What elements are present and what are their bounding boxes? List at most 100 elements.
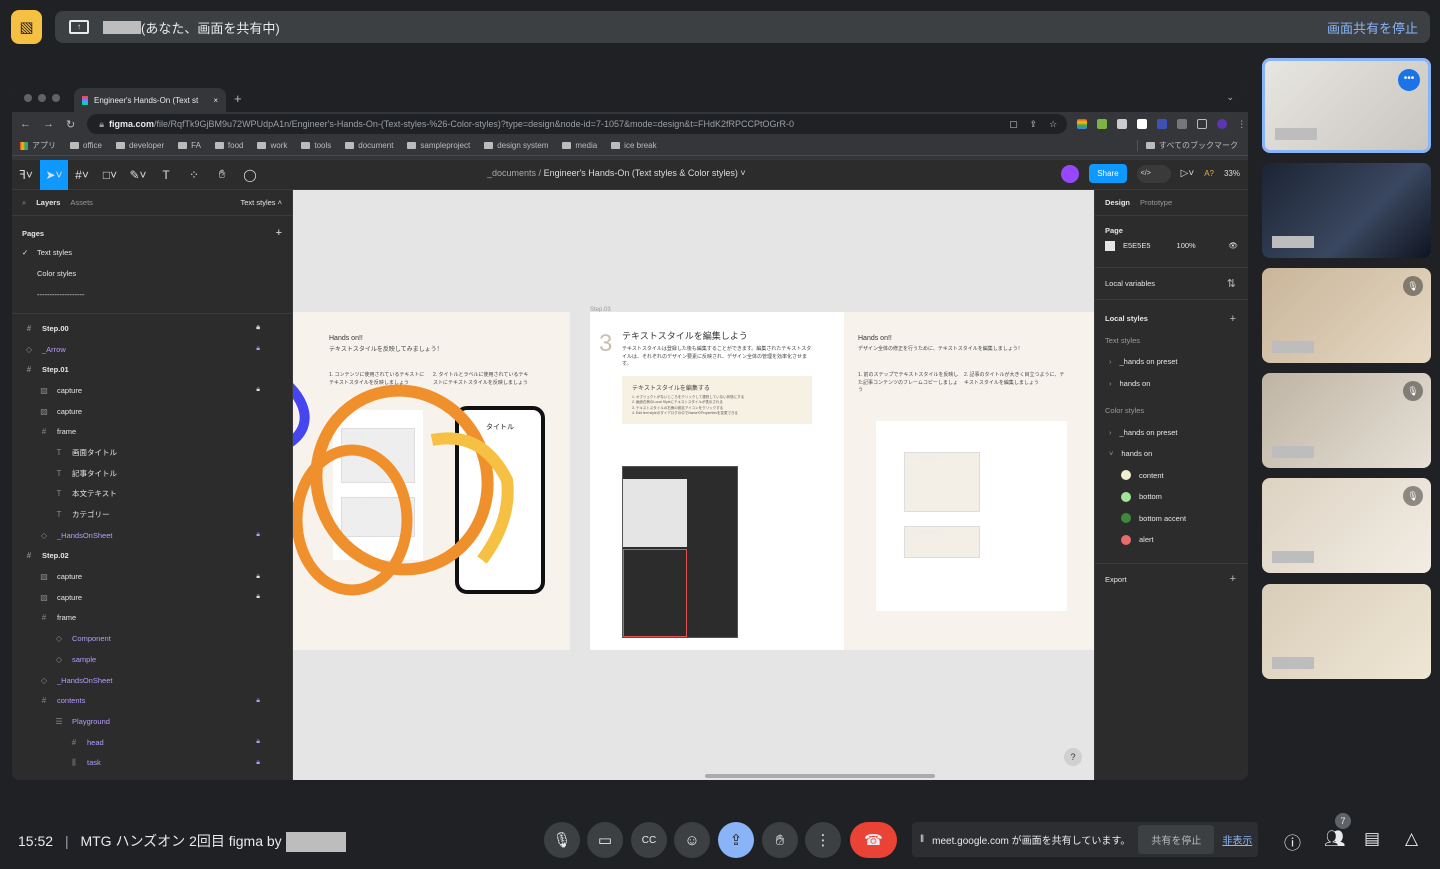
- resources-icon[interactable]: ⁘: [180, 160, 208, 190]
- color-style-item[interactable]: bottom accent: [1105, 508, 1238, 530]
- bookmark-10[interactable]: media: [562, 141, 597, 150]
- window-controls[interactable]: [24, 94, 60, 102]
- back-icon[interactable]: ←: [20, 118, 31, 131]
- camera-button[interactable]: ▭: [587, 822, 623, 858]
- frame-tool-icon[interactable]: #˅: [68, 160, 96, 190]
- layer-item[interactable]: # Step.00 🔒︎: [22, 318, 282, 339]
- shape-tool-icon[interactable]: □˅: [96, 160, 124, 190]
- canvas-scrollbar[interactable]: [705, 774, 935, 778]
- extension-icon[interactable]: [1097, 119, 1108, 129]
- extension-icon[interactable]: [1077, 119, 1088, 129]
- pen-tool-icon[interactable]: ✎˅: [124, 160, 152, 190]
- bookmark-3[interactable]: FA: [178, 141, 201, 150]
- tab-layers[interactable]: Layers: [36, 198, 60, 207]
- layer-item[interactable]: ◇ _HandsOnSheet: [22, 670, 282, 691]
- drag-handle-icon[interactable]: ‖: [920, 834, 924, 845]
- text-tool-icon[interactable]: T: [152, 160, 180, 190]
- zoom-level[interactable]: 33%: [1224, 169, 1240, 178]
- microphone-button[interactable]: 🎙︎: [544, 822, 580, 858]
- lock-icon[interactable]: 🔒︎: [256, 759, 260, 767]
- participant-tile[interactable]: 🎙︎: [1262, 373, 1431, 468]
- side-panel-icon[interactable]: [1197, 119, 1208, 129]
- lock-icon[interactable]: 🔒︎: [256, 531, 260, 539]
- lock-icon[interactable]: 🔒︎: [256, 593, 260, 601]
- frame-step-03[interactable]: 3 テキストスタイルを編集しよう テキストスタイルは登録した後も編集することがで…: [590, 312, 844, 650]
- variables-settings-icon[interactable]: ⇅: [1227, 277, 1236, 290]
- layer-item[interactable]: ◇ sample: [22, 649, 282, 670]
- activities-icon[interactable]: △: [1405, 829, 1418, 849]
- add-page-icon[interactable]: +: [276, 227, 282, 239]
- lock-icon[interactable]: 🔒︎: [256, 738, 260, 746]
- expand-caret-icon[interactable]: ›: [1109, 357, 1112, 366]
- layer-item[interactable]: # Step.02: [22, 546, 282, 567]
- more-options-icon[interactable]: •••: [1398, 69, 1420, 91]
- bookmark-1[interactable]: office: [70, 141, 102, 150]
- breadcrumb-folder[interactable]: _documents: [487, 168, 536, 178]
- forward-icon[interactable]: →: [43, 118, 54, 131]
- move-tool-icon[interactable]: ➤˅: [40, 159, 68, 190]
- presentation-icon[interactable]: ▧: [11, 10, 42, 44]
- layer-item[interactable]: ◇ _Arrow 🔒︎: [22, 339, 282, 360]
- page-selector[interactable]: Text styles ˄: [241, 198, 282, 207]
- bookmark-11[interactable]: ice break: [611, 141, 657, 150]
- page-item[interactable]: ✓ Text styles: [22, 242, 282, 263]
- color-style-item[interactable]: alert: [1105, 529, 1238, 551]
- page-item[interactable]: -------------------: [22, 284, 282, 305]
- local-variables[interactable]: Local variables: [1105, 279, 1155, 288]
- bookmark-6[interactable]: tools: [301, 141, 331, 150]
- layer-item[interactable]: T 本文テキスト: [22, 484, 282, 505]
- file-name[interactable]: Engineer's Hands-On (Text styles & Color…: [544, 168, 738, 178]
- info-icon[interactable]: ⓘ: [1284, 829, 1301, 854]
- lock-icon[interactable]: 🔒︎: [256, 573, 260, 581]
- bookmark-0[interactable]: アプリ: [20, 140, 56, 151]
- participant-tile[interactable]: •••: [1262, 58, 1431, 153]
- bookmark-7[interactable]: document: [345, 141, 393, 150]
- url-bar[interactable]: 🔒︎ figma.com /file/RqfTk9GjBM9u72WPUdpA1…: [87, 114, 1068, 134]
- present-button[interactable]: ⇪: [718, 822, 754, 858]
- end-call-button[interactable]: ☎︎: [850, 822, 897, 858]
- layer-item[interactable]: ◇ Component: [22, 628, 282, 649]
- search-icon[interactable]: ⌕: [22, 198, 26, 208]
- stop-sharing-button[interactable]: 画面共有を停止: [1327, 18, 1418, 37]
- page-color-value[interactable]: E5E5E5: [1123, 241, 1151, 250]
- tab-design[interactable]: Design: [1105, 198, 1130, 207]
- captions-button[interactable]: CC: [631, 822, 667, 858]
- color-style-group[interactable]: ˅ hands on: [1105, 443, 1238, 465]
- emoji-button[interactable]: ☺: [674, 822, 710, 858]
- frame-step-03-hands-on[interactable]: Hands on!! デザイン全体の修正を行うために、テキストスタイルを編集しま…: [844, 312, 1094, 650]
- reload-icon[interactable]: ↻: [66, 118, 75, 131]
- participant-tile[interactable]: 🎙︎: [1262, 478, 1431, 573]
- bookmark-9[interactable]: design system: [484, 141, 548, 150]
- text-style-group[interactable]: › hands on: [1105, 373, 1238, 395]
- expand-caret-icon[interactable]: ›: [1109, 379, 1112, 388]
- browser-tab[interactable]: Engineer's Hands-On (Text st ×: [74, 88, 226, 112]
- color-style-group[interactable]: › _hands on preset: [1105, 422, 1238, 444]
- user-avatar[interactable]: [1061, 164, 1080, 183]
- layer-item[interactable]: # contents 🔒︎: [22, 690, 282, 711]
- profile-avatar[interactable]: [1217, 119, 1228, 129]
- layer-item[interactable]: ▨ capture 🔒︎: [22, 380, 282, 401]
- extension-icon[interactable]: [1137, 119, 1148, 129]
- share-icon[interactable]: ⇪: [1030, 119, 1038, 130]
- comment-icon[interactable]: ◯: [236, 160, 264, 190]
- present-play-icon[interactable]: ▷˅: [1181, 168, 1195, 179]
- figma-menu-icon[interactable]: ꟻ˅: [12, 160, 40, 190]
- visibility-eye-icon[interactable]: 👁︎: [1228, 241, 1238, 250]
- lock-icon[interactable]: 🔒︎: [256, 345, 260, 353]
- notice-hide-link[interactable]: 非表示: [1222, 832, 1252, 847]
- layer-item[interactable]: # head 🔒︎: [22, 732, 282, 753]
- people-icon[interactable]: 👥︎: [1324, 829, 1346, 849]
- close-tab-icon[interactable]: ×: [213, 96, 218, 105]
- layer-item[interactable]: T 画面タイトル: [22, 442, 282, 463]
- participant-tile[interactable]: 🎙︎: [1262, 268, 1431, 363]
- puzzle-icon[interactable]: [1177, 119, 1188, 129]
- layer-item[interactable]: # Step.01: [22, 359, 282, 380]
- page-color-swatch[interactable]: [1105, 240, 1115, 251]
- tab-prototype[interactable]: Prototype: [1140, 198, 1172, 207]
- add-style-icon[interactable]: +: [1230, 313, 1236, 325]
- page-opacity[interactable]: 100%: [1177, 241, 1196, 250]
- figma-canvas[interactable]: Hands on!! テキストスタイルを反映してみましょう！ 1. コンテンツに…: [293, 190, 1094, 780]
- help-button[interactable]: ?: [1064, 748, 1082, 766]
- add-export-icon[interactable]: +: [1230, 573, 1236, 585]
- notice-stop-sharing-button[interactable]: 共有を停止: [1138, 825, 1215, 854]
